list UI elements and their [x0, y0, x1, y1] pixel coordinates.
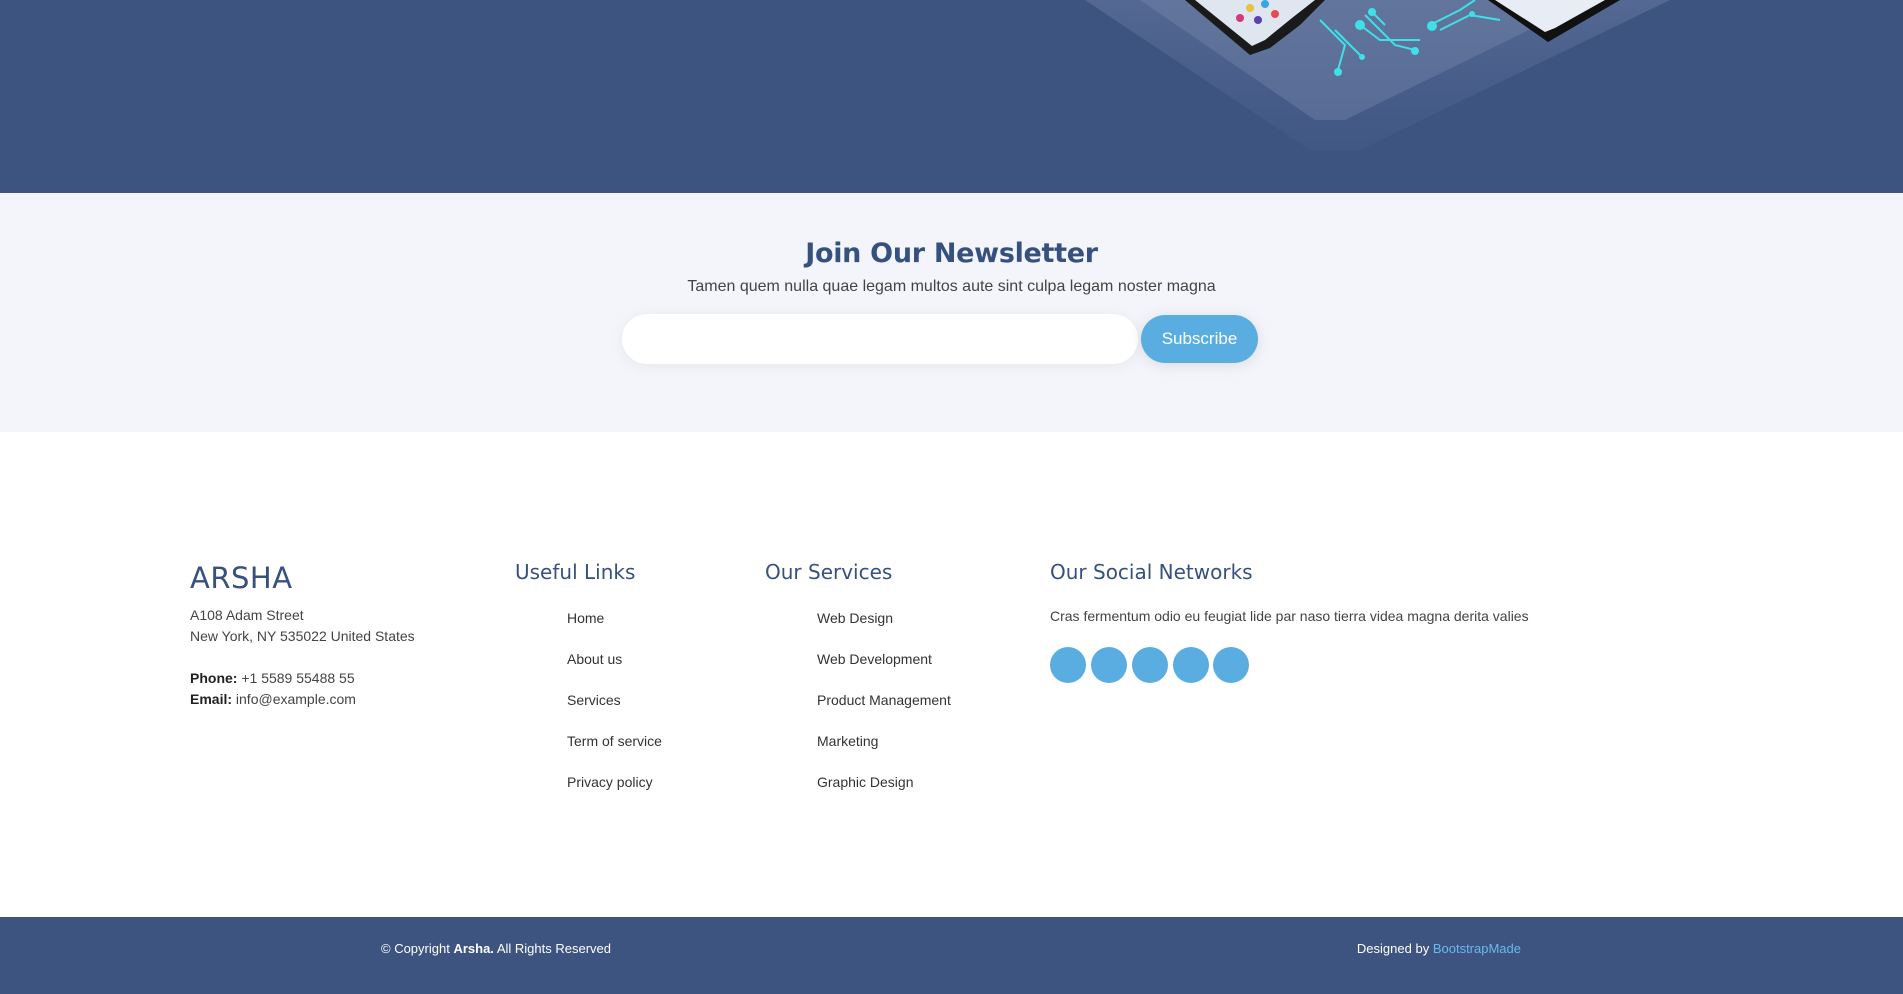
services-list: Web Design Web Development Product Manag… — [817, 608, 951, 813]
designed-by-label: Designed by — [1356, 941, 1430, 956]
copyright: © Copyright Arsha. All Rights Reserved — [381, 941, 611, 956]
footer-contact: A108 Adam Street New York, NY 535022 Uni… — [190, 605, 415, 710]
address-line-2: New York, NY 535022 United States — [190, 628, 415, 644]
social-title: Our Social Networks — [1050, 560, 1253, 584]
useful-link-terms[interactable]: Term of service — [567, 731, 662, 772]
useful-link-about[interactable]: About us — [567, 649, 662, 690]
newsletter-subtitle: Tamen quem nulla quae legam multos aute … — [687, 278, 1216, 295]
service-label[interactable]: Marketing — [817, 733, 878, 749]
footer-bottom: © Copyright Arsha. All Rights Reserved D… — [0, 917, 1903, 994]
linkedin-icon[interactable] — [1213, 647, 1249, 683]
social-description: Cras fermentum odio eu feugiat lide par … — [1050, 608, 1529, 624]
newsletter-form: Subscribe — [622, 314, 1258, 364]
instagram-icon[interactable] — [1132, 647, 1168, 683]
twitter-icon[interactable] — [1050, 647, 1086, 683]
hero-section — [0, 0, 1903, 193]
service-product-management[interactable]: Product Management — [817, 690, 951, 731]
useful-links-list: Home About us Services Term of service P… — [567, 608, 662, 813]
useful-link-label[interactable]: Home — [567, 610, 604, 626]
phone-row: Phone: +1 5589 55488 55 — [190, 668, 415, 689]
useful-link-home[interactable]: Home — [567, 608, 662, 649]
service-label[interactable]: Graphic Design — [817, 774, 914, 790]
skype-icon[interactable] — [1173, 647, 1209, 683]
email-value: info@example.com — [235, 691, 356, 707]
useful-link-label[interactable]: Term of service — [567, 733, 662, 749]
email-label: Email: — [190, 691, 233, 707]
service-label[interactable]: Web Design — [817, 610, 893, 626]
useful-link-label[interactable]: About us — [567, 651, 622, 667]
subscribe-button[interactable]: Subscribe — [1141, 315, 1258, 363]
credits: Designed by BootstrapMade — [1357, 941, 1521, 956]
hero-illustration — [1085, 0, 1670, 150]
copyright-brand: Arsha. — [453, 941, 494, 956]
facebook-icon[interactable] — [1091, 647, 1127, 683]
service-graphic-design[interactable]: Graphic Design — [817, 772, 951, 813]
address-line-1: A108 Adam Street — [190, 607, 304, 623]
newsletter-title: Join Our Newsletter — [805, 238, 1098, 269]
designer-link[interactable]: BootstrapMade — [1433, 941, 1521, 956]
useful-link-label[interactable]: Services — [567, 692, 621, 708]
useful-link-privacy[interactable]: Privacy policy — [567, 772, 662, 813]
service-web-design[interactable]: Web Design — [817, 608, 951, 649]
newsletter-email-input[interactable] — [622, 314, 1138, 364]
useful-link-services[interactable]: Services — [567, 690, 662, 731]
footer-top: ARSHA A108 Adam Street New York, NY 5350… — [0, 432, 1903, 917]
services-title: Our Services — [765, 560, 893, 584]
phone-label: Phone: — [190, 670, 238, 686]
service-marketing[interactable]: Marketing — [817, 731, 951, 772]
footer-brand: ARSHA — [190, 561, 293, 595]
service-label[interactable]: Product Management — [817, 692, 951, 708]
service-label[interactable]: Web Development — [817, 651, 932, 667]
service-web-development[interactable]: Web Development — [817, 649, 951, 690]
copyright-prefix: © Copyright — [381, 941, 450, 956]
copyright-suffix: All Rights Reserved — [496, 941, 611, 956]
useful-link-label[interactable]: Privacy policy — [567, 774, 653, 790]
phone-value: +1 5589 55488 55 — [241, 670, 355, 686]
useful-links-title: Useful Links — [515, 560, 636, 584]
newsletter-section: Join Our Newsletter Tamen quem nulla qua… — [0, 193, 1903, 432]
email-row: Email: info@example.com — [190, 689, 415, 710]
